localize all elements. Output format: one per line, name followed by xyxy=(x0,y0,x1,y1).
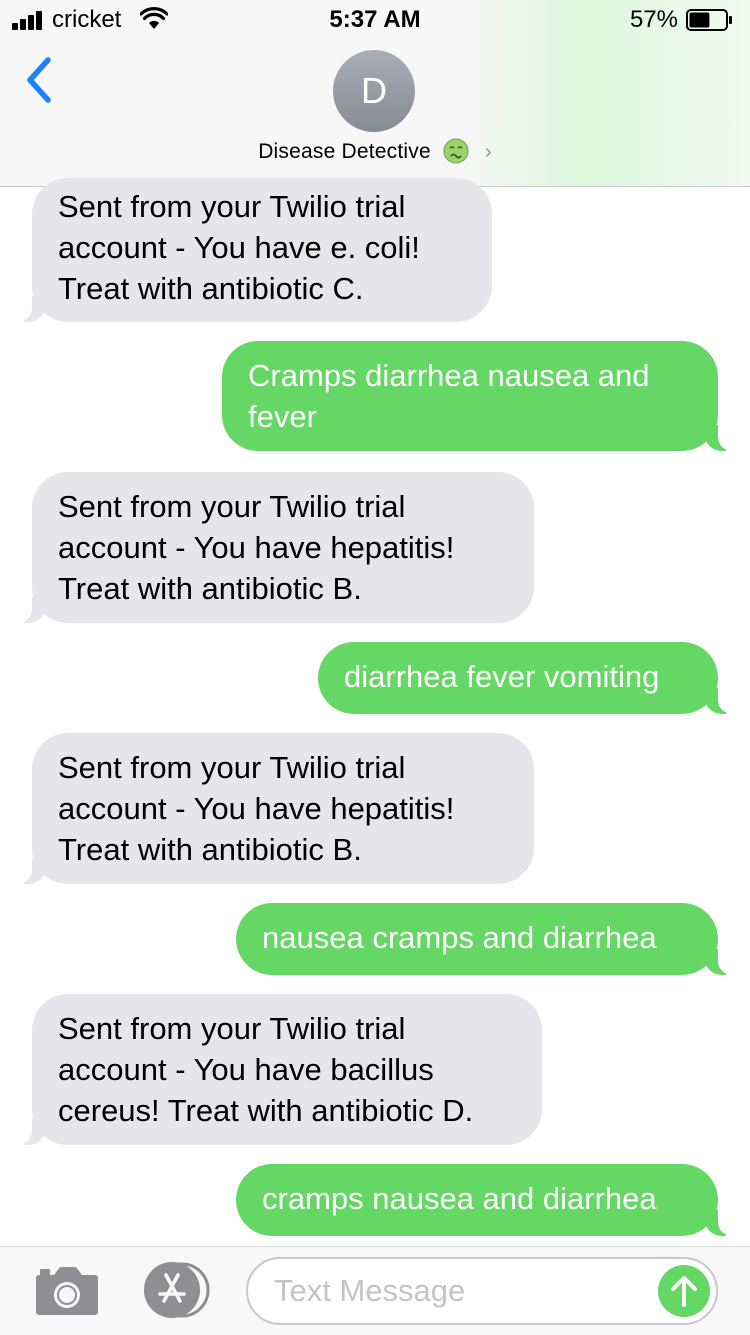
chevron-right-icon: › xyxy=(484,141,492,163)
back-chevron-icon[interactable] xyxy=(18,54,58,106)
app-store-icon[interactable] xyxy=(140,1261,212,1319)
message-text-field[interactable] xyxy=(246,1257,718,1325)
message-input[interactable] xyxy=(274,1269,644,1313)
avatar-initial: D xyxy=(361,70,387,111)
nauseated-face-icon xyxy=(443,138,469,164)
outgoing-message[interactable]: cramps nausea and diarrhea xyxy=(236,1164,742,1236)
message-input-bar xyxy=(0,1246,750,1335)
battery-icon xyxy=(686,9,732,31)
camera-icon[interactable] xyxy=(34,1265,100,1317)
status-bar: cricket 5:37 AM 57% xyxy=(0,0,750,40)
outgoing-message[interactable]: nausea cramps and diarrhea xyxy=(236,903,742,975)
contact-name-row[interactable]: Disease Detective › xyxy=(0,138,750,164)
send-button[interactable] xyxy=(658,1265,710,1317)
arrow-up-icon xyxy=(671,1276,697,1307)
battery-percentage: 57% xyxy=(629,6,678,33)
incoming-message[interactable]: Sent from your Twilio trial account - Yo… xyxy=(8,178,492,322)
outgoing-message[interactable]: diarrhea fever vomiting xyxy=(318,642,742,714)
contact-avatar[interactable]: D xyxy=(333,50,415,132)
outgoing-message[interactable]: Cramps diarrhea nausea and fever xyxy=(222,341,742,451)
incoming-message[interactable]: Sent from your Twilio trial account - Yo… xyxy=(8,472,534,623)
incoming-message[interactable]: Sent from your Twilio trial account - Yo… xyxy=(8,733,534,884)
conversation-header: cricket 5:37 AM 57% D Disease Detective … xyxy=(0,0,750,187)
contact-name: Disease Detective xyxy=(258,140,431,163)
incoming-message[interactable]: Sent from your Twilio trial account - Yo… xyxy=(8,994,542,1145)
